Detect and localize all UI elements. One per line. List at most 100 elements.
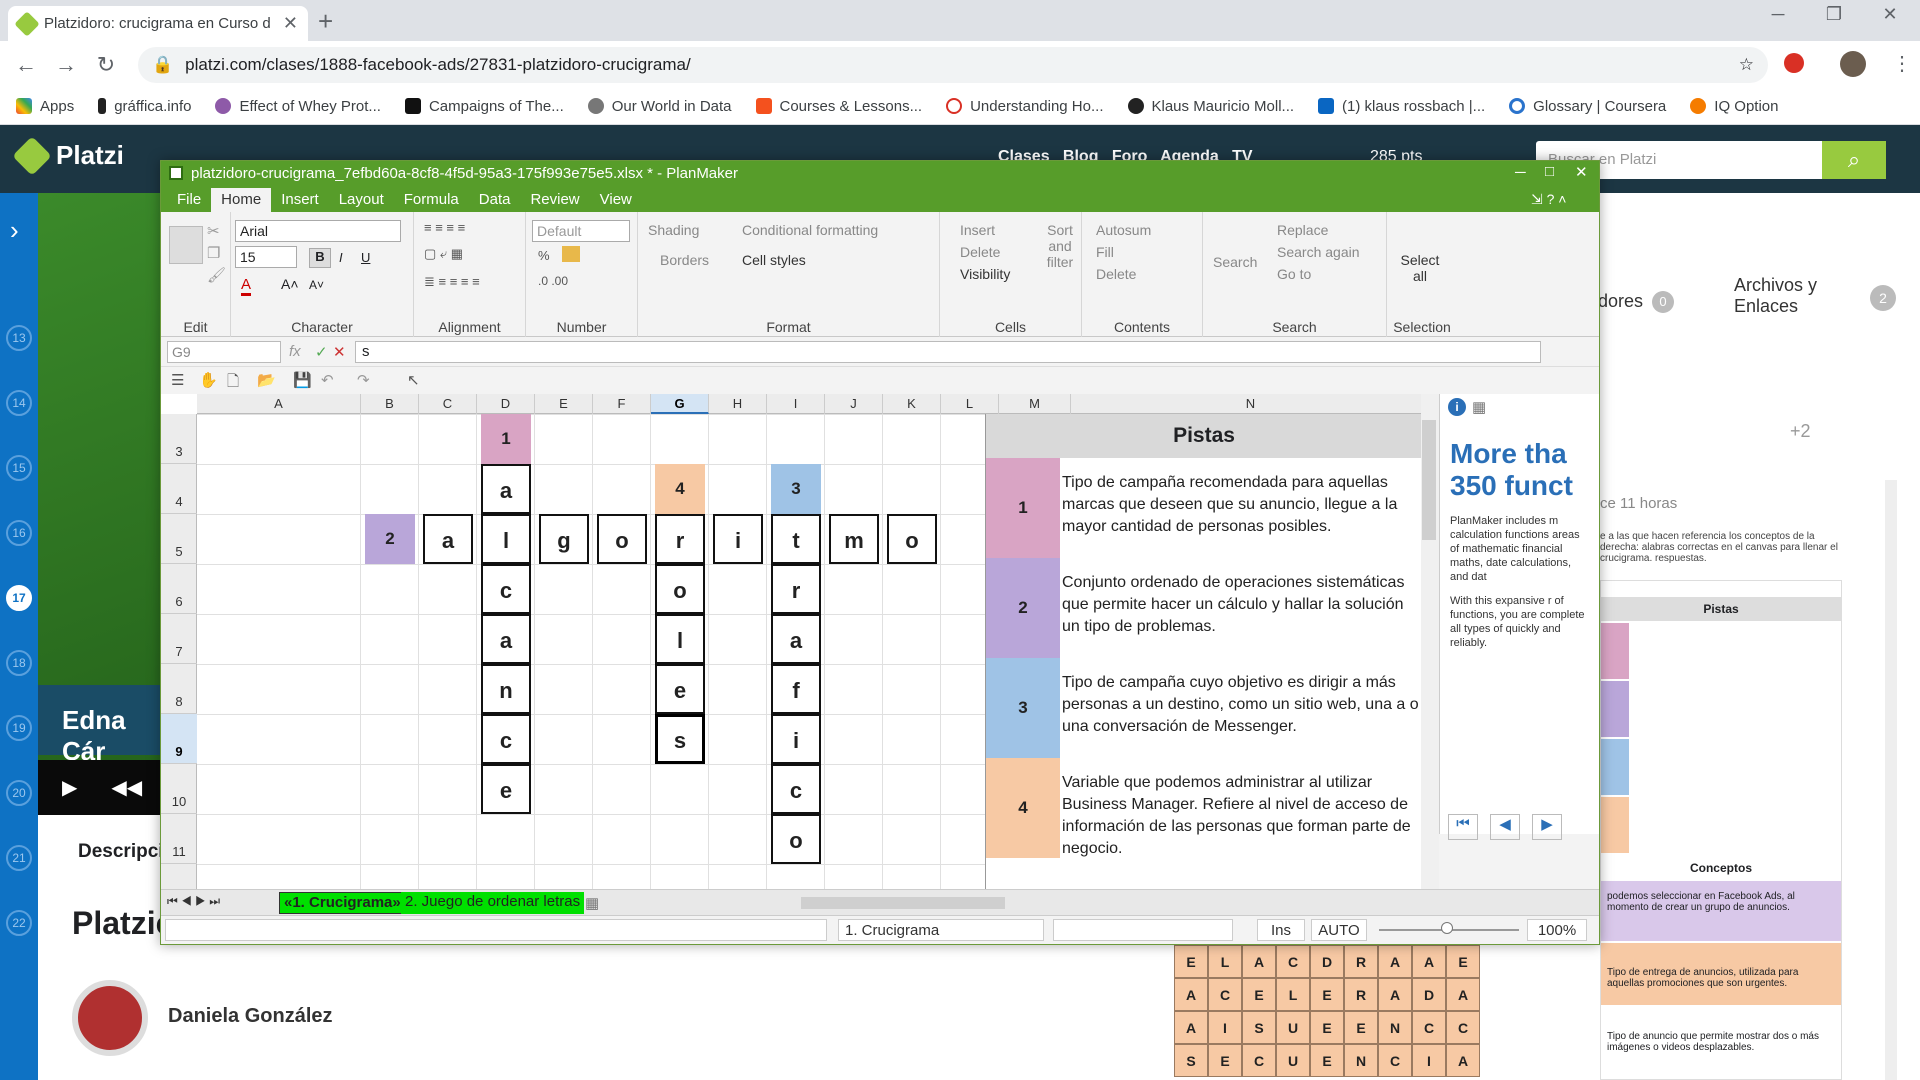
column-header-b[interactable]: B [361,394,419,414]
row-header-6[interactable]: 6 [161,564,197,614]
crossword-cell[interactable]: a [481,614,531,664]
autosum-button[interactable]: Autosum [1096,222,1151,238]
currency-icon[interactable] [562,246,580,262]
extension-icon[interactable] [1784,53,1804,73]
visibility-button[interactable]: Visibility [960,266,1010,282]
lesson-number[interactable]: 14 [6,390,32,416]
pointer-icon[interactable]: ↖ [407,371,420,389]
confirm-icon[interactable]: ✓ [315,343,328,361]
expand-sidebar-icon[interactable]: › [10,215,19,246]
column-header-h[interactable]: H [709,394,767,414]
restore-window-icon[interactable]: ❐ [1814,4,1854,25]
row-header-9[interactable]: 9 [161,714,197,764]
zoom-slider-handle[interactable] [1441,922,1453,934]
zoom-level[interactable]: 100% [1527,919,1587,941]
decimal-icons[interactable]: .0 .00 [538,274,568,288]
row-header-12[interactable]: 12 [161,864,197,889]
page-scrollbar[interactable] [1885,480,1897,1080]
sort-filter-button[interactable]: Sort and filter [1040,222,1080,270]
row-header-3[interactable]: 3 [161,414,197,464]
row-header-8[interactable]: 8 [161,664,197,714]
rewind-icon[interactable]: ◀◀ [111,775,142,800]
crossword-cell[interactable]: a [481,464,531,514]
minimize-window-icon[interactable]: ─ [1758,4,1798,25]
align-vertical-icons[interactable]: ≡ ≡ ≡ ≡ [424,220,465,235]
search-button[interactable]: Search [1213,254,1257,270]
font-size-select[interactable]: 15 [235,246,297,268]
menu-file[interactable]: File [167,188,211,212]
formula-input[interactable]: s [355,341,1541,363]
delete-cells-button[interactable]: Delete [960,244,1000,260]
status-ins[interactable]: Ins [1257,919,1305,941]
crossword-cell[interactable]: g [539,514,589,564]
scrollbar-thumb[interactable] [1422,420,1436,540]
status-mode[interactable]: AUTO [1311,919,1367,941]
crossword-cell[interactable]: e [481,764,531,814]
shading-button[interactable]: Shading [648,222,699,238]
maximize-icon[interactable]: □ [1545,163,1554,180]
crossword-cell[interactable]: o [655,564,705,614]
crossword-cell[interactable]: t [771,514,821,564]
open-folder-icon[interactable]: 📂 [257,371,276,389]
archivos-tab[interactable]: Archivos y Enlaces [1734,275,1864,317]
sheet-nav-icons[interactable]: ⏮ ◀ ▶ ⏭ [167,894,220,909]
column-header-d[interactable]: D [477,394,535,414]
crossword-cell[interactable]: c [481,714,531,764]
bookmark-linkedin[interactable]: (1) klaus rossbach |... [1318,98,1485,115]
menu-data[interactable]: Data [469,188,521,212]
bookmark-apps[interactable]: Apps [16,98,74,115]
author-name[interactable]: Daniela González [168,1005,333,1028]
crossword-cell[interactable]: r [655,514,705,564]
cell-styles-button[interactable]: Cell styles [742,252,806,268]
italic-button[interactable]: I [339,250,343,265]
menu-home[interactable]: Home [211,188,272,212]
bookmark-understanding[interactable]: Understanding Ho... [946,98,1104,115]
shrink-font-button[interactable]: A˅ [309,278,324,292]
crossword-cell[interactable]: l [655,614,705,664]
crossword-cell[interactable]: o [887,514,937,564]
hand-icon[interactable]: ✋ [199,371,218,389]
bookmark-campaigns[interactable]: Campaigns of The... [404,98,564,115]
browser-tab[interactable]: Platzidoro: crucigrama en Curso d ✕ [8,6,308,41]
lesson-number[interactable]: 15 [6,455,32,481]
cancel-icon[interactable]: ✕ [333,343,346,361]
bookmark-courses[interactable]: Courses & Lessons... [755,98,922,115]
next-page-icon[interactable]: ▶ [1532,814,1562,840]
column-header-a[interactable]: A [197,394,361,414]
copy-icon[interactable]: ❐ [207,244,220,262]
menu-layout[interactable]: Layout [329,188,394,212]
grow-font-button[interactable]: A˄ [281,276,299,292]
crossword-cell[interactable]: r [771,564,821,614]
bookmark-coursera[interactable]: Glossary | Coursera [1509,98,1666,115]
vertical-scrollbar[interactable] [1421,394,1439,889]
bookmark-iqoption[interactable]: IQ Option [1690,98,1778,115]
lesson-number[interactable]: 18 [6,650,32,676]
column-header-f[interactable]: F [593,394,651,414]
menu-icon[interactable]: ☰ [171,371,184,389]
fill-button[interactable]: Fill [1096,244,1114,260]
column-header-e[interactable]: E [535,394,593,414]
platzi-search-button[interactable]: ⌕ [1822,141,1886,179]
crossword-cell[interactable]: n [481,664,531,714]
menu-insert[interactable]: Insert [271,188,329,212]
menu-view[interactable]: View [590,188,642,212]
paste-icon[interactable] [169,226,203,264]
borders-button[interactable]: Borders [660,252,709,268]
conditional-formatting-button[interactable]: Conditional formatting [742,222,878,238]
ribbon-options-icons[interactable]: ⇲ ? ˄ [1531,191,1566,208]
new-tab-button[interactable]: + [318,6,333,37]
number-format-select[interactable]: Default [532,220,630,242]
table-icon[interactable]: ▦ [1472,398,1486,416]
redo-icon[interactable]: ↷ [357,371,370,389]
cell-reference-box[interactable]: G9 [167,341,281,363]
horizontal-scrollbar-thumb[interactable] [801,897,1005,909]
crossword-cell[interactable]: m [829,514,879,564]
function-icon[interactable]: fx [289,343,301,360]
new-file-icon[interactable]: 🗋 [227,371,239,396]
crossword-cell[interactable]: f [771,664,821,714]
add-sheet-icon[interactable]: ▦ [585,894,599,912]
lesson-number[interactable]: 16 [6,520,32,546]
browser-menu-icon[interactable]: ⋮ [1892,51,1912,76]
bookmark-whey[interactable]: Effect of Whey Prot... [215,98,381,115]
crossword-cell[interactable]: c [481,564,531,614]
